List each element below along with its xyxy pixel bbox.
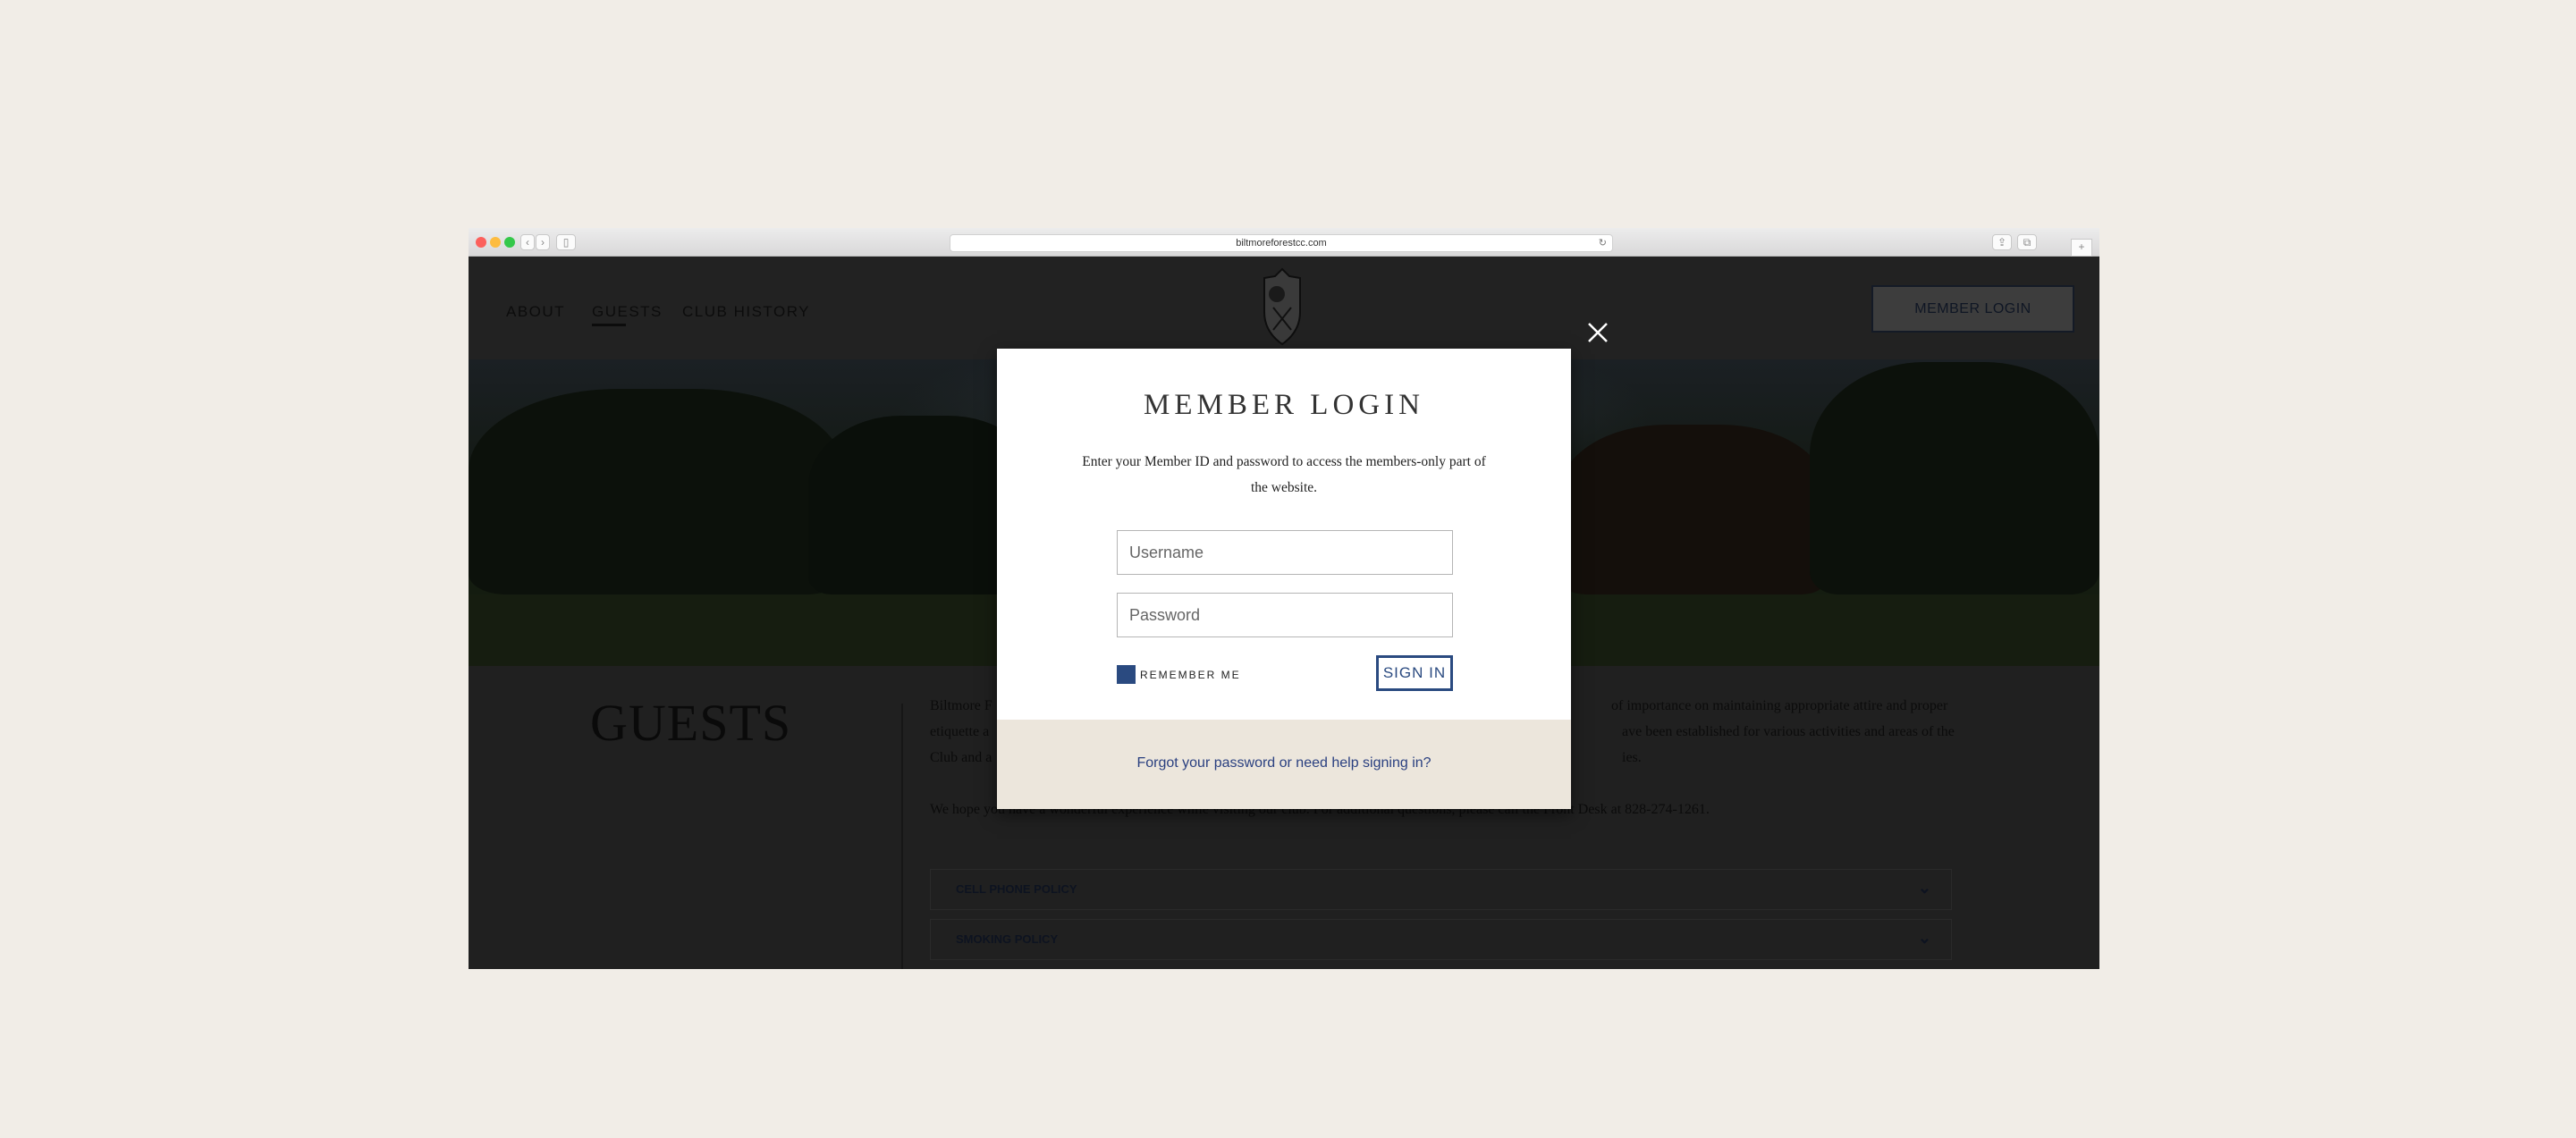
paragraph-line: ave been established for various activit… [1622,724,1955,739]
accordion-label: CELL PHONE POLICY [956,882,1077,896]
reload-icon[interactable]: ↻ [1599,235,1607,251]
address-bar[interactable]: biltmoreforestcc.com ↻ [950,234,1613,252]
chevron-down-icon: ⌄ [1917,879,1931,897]
close-window-button[interactable] [476,237,486,248]
forgot-password-link[interactable]: Forgot your password or need help signin… [997,755,1571,771]
accordion-label: SMOKING POLICY [956,932,1059,946]
close-modal-icon[interactable] [1587,322,1609,343]
modal-description: Enter your Member ID and password to acc… [1082,454,1486,495]
sidebar-icon[interactable]: ▯ [556,234,576,250]
modal-title: MEMBER LOGIN [1144,389,1424,421]
club-crest-logo[interactable] [1261,267,1304,346]
member-login-modal: MEMBER LOGIN Enter your Member ID and pa… [997,349,1571,809]
minimize-window-button[interactable] [490,237,501,248]
active-underline [592,324,626,326]
zoom-window-button[interactable] [504,237,515,248]
paragraph-line: of importance on maintaining appropriate… [1611,698,1948,713]
remember-me-label[interactable]: REMEMBER ME [1140,669,1241,681]
url-text: biltmoreforestcc.com [1236,238,1327,249]
tabs-icon[interactable]: ⧉ [2017,234,2037,250]
paragraph-line: etiquette a [930,724,990,739]
accordion-cell-phone-policy[interactable]: CELL PHONE POLICY ⌄ [930,869,1952,910]
nav-club-history[interactable]: CLUB HISTORY [682,303,810,321]
new-tab-button[interactable]: + [2071,239,2092,257]
back-button[interactable]: ‹ [520,234,535,250]
sign-in-button[interactable]: SIGN IN [1376,655,1453,691]
nav-about[interactable]: ABOUT [506,303,565,321]
forward-button[interactable]: › [536,234,550,250]
password-input[interactable] [1117,593,1453,637]
page-heading: GUESTS [590,694,792,752]
member-login-button[interactable]: MEMBER LOGIN [1871,285,2074,333]
share-icon[interactable]: ⇪ [1992,234,2012,250]
chevron-down-icon: ⌄ [1917,929,1931,947]
browser-toolbar: ‹ › ▯ biltmoreforestcc.com ↻ ⇪ ⧉ + [469,228,2099,257]
modal-footer: Forgot your password or need help signin… [997,720,1571,809]
remember-me-checkbox[interactable] [1117,665,1136,684]
divider [901,704,903,969]
nav-guests[interactable]: GUESTS [592,303,663,321]
paragraph-line: Biltmore F [930,698,992,713]
accordion-smoking-policy[interactable]: SMOKING POLICY ⌄ [930,919,1952,960]
site-header: ABOUT GUESTS CLUB HISTORY MEMBER LOGIN [469,257,2099,359]
username-input[interactable] [1117,530,1453,575]
paragraph-line: Club and a [930,750,992,765]
paragraph-line: ies. [1622,750,1642,765]
